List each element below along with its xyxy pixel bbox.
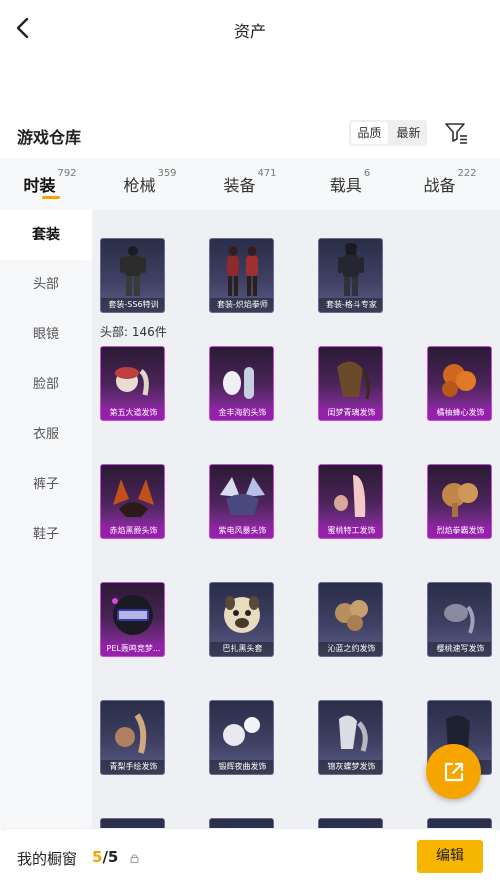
item-name: 紫电风暴头饰 xyxy=(210,524,273,538)
tab-label: 时装 xyxy=(23,176,56,195)
demon-horns-icon xyxy=(113,479,154,517)
page-title: 资产 xyxy=(233,22,266,41)
top-nav-bar: 资产 xyxy=(0,0,500,60)
hair-accessory-icon xyxy=(442,364,476,397)
share-button[interactable] xyxy=(426,744,481,799)
sidebar-item-clothes[interactable]: 衣服 xyxy=(0,410,92,460)
filter-icon[interactable] xyxy=(443,120,469,146)
lock-icon xyxy=(130,854,139,863)
tab-count: 359 xyxy=(157,168,177,179)
item-card[interactable]: 沁蓝之约发饰 xyxy=(318,582,383,657)
edit-button[interactable]: 编辑 xyxy=(417,840,483,873)
hair-accessory-icon xyxy=(115,367,149,396)
share-icon xyxy=(444,762,464,782)
tab-equipment[interactable]: 装备471 xyxy=(200,158,300,210)
tab-label: 战备 xyxy=(423,176,456,195)
item-grid: 套装-SS6特训 套装-炽焰拳师 套装-格斗专家 头部: 146件 第五大道发饰… xyxy=(92,210,500,830)
pug-head-icon xyxy=(224,596,260,633)
hair-accessory-icon xyxy=(444,604,475,634)
sidebar-item-suit[interactable]: 套装 xyxy=(0,210,92,260)
showcase-current: 5 xyxy=(92,848,103,866)
item-card[interactable]: 套装-炽焰拳师 xyxy=(209,238,274,313)
sort-option-quality[interactable]: 品质 xyxy=(351,122,388,144)
tab-vehicles[interactable]: 载具6 xyxy=(300,158,400,210)
item-name: PEL轰鸣竞梦... xyxy=(101,642,164,656)
item-card[interactable]: 金丰海豹头饰 xyxy=(209,346,274,421)
item-name: 金丰海豹头饰 xyxy=(210,406,273,420)
item-card[interactable]: 青梨手绘发饰 xyxy=(100,700,165,775)
item-card[interactable]: 橘柚蜂心发饰 xyxy=(427,346,492,421)
item-name: 烈焰拳霸发饰 xyxy=(428,524,491,538)
tab-count: 6 xyxy=(363,168,371,179)
tab-war-supplies[interactable]: 战备222 xyxy=(400,158,500,210)
item-name: 橘柚蜂心发饰 xyxy=(428,406,491,420)
sidebar-item-glasses[interactable]: 眼镜 xyxy=(0,310,92,360)
showcase-label: 我的橱窗 xyxy=(17,850,78,868)
mask-icon xyxy=(220,477,265,515)
hair-accessory-icon xyxy=(335,600,368,631)
item-name: 套装-SS6特训 xyxy=(101,298,164,312)
sidebar-item-head[interactable]: 头部 xyxy=(0,260,92,310)
item-card[interactable]: 樱桃速写发饰 xyxy=(427,582,492,657)
tab-label: 装备 xyxy=(223,176,256,195)
suit-figure-icon xyxy=(338,243,364,296)
suit-figure-icon xyxy=(227,246,258,296)
item-name: 闺梦青璃发饰 xyxy=(319,406,382,420)
sidebar-item-shoes[interactable]: 鞋子 xyxy=(0,510,92,560)
item-name: 第五大道发饰 xyxy=(101,406,164,420)
tab-count: 471 xyxy=(257,168,277,179)
sort-toggle: 品质 最新 xyxy=(349,120,427,146)
category-tabs: 时装792 枪械359 装备471 载具6 战备222 xyxy=(0,158,500,210)
item-name: 巴扎黑头套 xyxy=(210,642,273,656)
item-name: 赤焰黑爵头饰 xyxy=(101,524,164,538)
item-card[interactable]: 紫电风暴头饰 xyxy=(209,464,274,539)
showcase-count: 5/5 xyxy=(92,848,118,866)
tab-count: 222 xyxy=(457,168,477,179)
tab-count: 792 xyxy=(57,168,77,179)
item-name: 套装-炽焰拳师 xyxy=(210,298,273,312)
section-label-head: 头部: 146件 xyxy=(100,325,167,339)
sidebar-item-pants[interactable]: 裤子 xyxy=(0,460,92,510)
item-name: 沁蓝之约发饰 xyxy=(319,642,382,656)
hair-accessory-icon xyxy=(115,713,147,754)
hair-accessory-icon xyxy=(339,715,368,752)
item-name: 樱桃速写发饰 xyxy=(428,642,491,656)
item-name: 套装-格斗专家 xyxy=(319,298,382,312)
sidebar-item-face[interactable]: 脸部 xyxy=(0,360,92,410)
item-card[interactable]: 套装-SS6特训 xyxy=(100,238,165,313)
item-card[interactable]: 锦灰蝶梦发饰 xyxy=(318,700,383,775)
item-card[interactable]: 第五大道发饰 xyxy=(100,346,165,421)
tab-label: 载具 xyxy=(329,176,362,195)
bottom-bar: 我的橱窗 5/5 编辑 xyxy=(0,828,500,885)
item-card[interactable]: 闺梦青璃发饰 xyxy=(318,346,383,421)
item-name: 蜜桃特工发饰 xyxy=(319,524,382,538)
tab-firearms[interactable]: 枪械359 xyxy=(100,158,200,210)
item-card[interactable]: 套装-格斗专家 xyxy=(318,238,383,313)
active-tab-indicator xyxy=(42,196,60,199)
warehouse-header: 游戏仓库 品质 最新 xyxy=(0,116,500,156)
hair-accessory-icon xyxy=(442,483,478,517)
item-card[interactable]: 烈焰拳霸发饰 xyxy=(427,464,492,539)
item-card[interactable]: 巴扎黑头套 xyxy=(209,582,274,657)
hair-accessory-icon xyxy=(223,367,254,399)
item-name: 锦灰蝶梦发饰 xyxy=(319,760,382,774)
item-card[interactable]: PEL轰鸣竞梦... xyxy=(100,582,165,657)
item-card[interactable]: 锻辉夜曲发饰 xyxy=(209,700,274,775)
tab-label: 枪械 xyxy=(123,176,156,195)
helmet-icon xyxy=(112,595,153,635)
item-card[interactable]: 蜜桃特工发饰 xyxy=(318,464,383,539)
sort-option-latest[interactable]: 最新 xyxy=(390,120,427,146)
item-card[interactable]: 赤焰黑爵头饰 xyxy=(100,464,165,539)
sidebar: 套装 头部 眼镜 脸部 衣服 裤子 鞋子 xyxy=(0,210,92,830)
hair-accessory-icon xyxy=(334,475,366,517)
item-name: 青梨手绘发饰 xyxy=(101,760,164,774)
tab-fashion[interactable]: 时装792 xyxy=(0,158,100,210)
hair-accessory-icon xyxy=(337,361,370,400)
hair-accessory-icon xyxy=(223,717,260,746)
showcase-total: 5 xyxy=(107,848,119,866)
warehouse-title: 游戏仓库 xyxy=(17,128,82,147)
item-name: 锻辉夜曲发饰 xyxy=(210,760,273,774)
suit-figure-icon xyxy=(120,246,146,296)
